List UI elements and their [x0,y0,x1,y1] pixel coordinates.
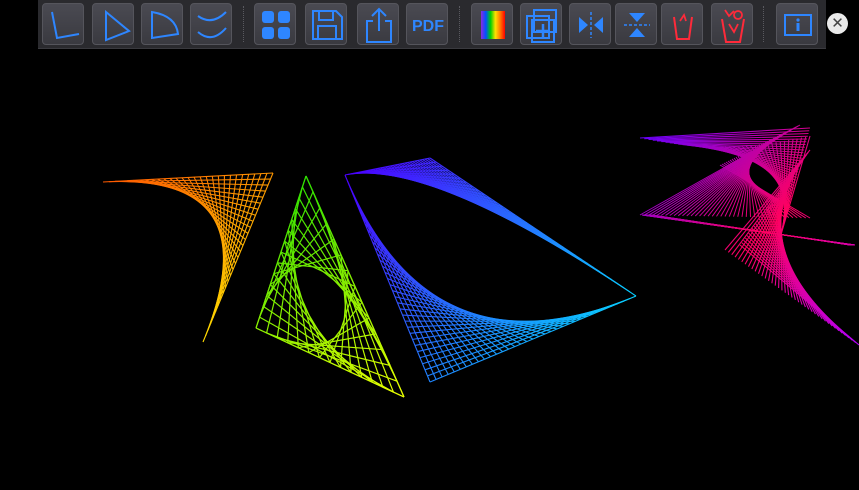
drawing-canvas[interactable] [0,50,859,485]
toolbar-separator [459,6,462,42]
duplicate-icon [521,4,563,46]
toolbar: PDF [38,0,826,49]
sector-icon [142,4,184,46]
pdf-icon: PDF [407,4,449,46]
mirror-vertical-button[interactable] [615,3,657,45]
mirror-horizontal-button[interactable] [569,3,611,45]
string-line [206,173,267,336]
mirror-horizontal-icon [570,4,612,46]
grid-icon [255,4,297,46]
toolbar-separator [243,6,246,42]
triangle-string-art[interactable] [256,176,404,397]
sector-string-art[interactable] [345,158,636,382]
angle-icon [43,4,85,46]
curves-button[interactable] [190,3,232,45]
string-line [740,245,859,345]
duplicate-button[interactable] [520,3,562,45]
delete-all-icon [712,4,754,46]
angle-string-art[interactable] [103,173,273,342]
pdf-label: PDF [412,18,444,35]
pdf-button[interactable]: PDF [406,3,448,45]
delete-button[interactable] [661,3,703,45]
angle-button[interactable] [42,3,84,45]
string-art-canvas [0,50,859,485]
grid-button[interactable] [254,3,296,45]
delete-all-button[interactable] [711,3,753,45]
string-line [425,301,624,370]
colors-icon [472,4,514,46]
info-icon [777,4,819,46]
close-button[interactable]: ✕ [827,13,848,34]
save-icon [306,4,348,46]
colors-button[interactable] [471,3,513,45]
mirror-vertical-icon [616,4,658,46]
triangle-icon [93,4,135,46]
triangle-button[interactable] [92,3,134,45]
string-line [430,158,636,296]
delete-icon [662,4,704,46]
share-button[interactable] [357,3,399,45]
curves-icon [191,4,233,46]
sector-button[interactable] [141,3,183,45]
info-button[interactable] [776,3,818,45]
curves-string-art[interactable] [640,125,859,345]
string-line [260,192,313,317]
save-button[interactable] [305,3,347,45]
toolbar-separator [763,6,766,42]
share-icon [358,4,400,46]
